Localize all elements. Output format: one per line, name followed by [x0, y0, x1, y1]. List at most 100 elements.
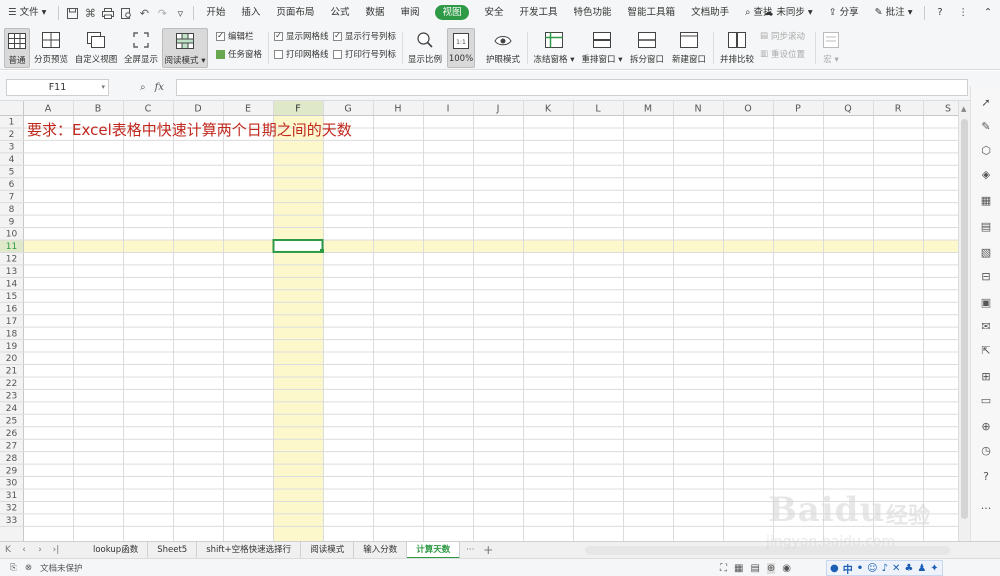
sync-button[interactable]: ☁ 未同步 ▾: [756, 0, 821, 26]
navigation-icon[interactable]: ⊕: [979, 420, 993, 434]
add-sheet-button[interactable]: +: [480, 543, 496, 557]
row-header[interactable]: 20: [6, 354, 18, 364]
row-header[interactable]: 28: [6, 454, 18, 464]
row-header[interactable]: 25: [6, 416, 17, 426]
task-pane-checkbox[interactable]: 任务窗格: [216, 47, 262, 61]
full-screen-button[interactable]: 全屏显示: [123, 28, 159, 68]
menu-page-layout[interactable]: 页面布局: [268, 0, 322, 26]
chart-icon[interactable]: ▤: [979, 220, 993, 234]
column-header[interactable]: B: [95, 104, 102, 115]
column-header[interactable]: R: [895, 104, 902, 115]
row-header[interactable]: 1: [9, 118, 15, 128]
menu-features[interactable]: 特色功能: [566, 0, 620, 26]
menu-security[interactable]: 安全: [477, 0, 512, 26]
picture-icon[interactable]: ▭: [979, 394, 993, 408]
row-header[interactable]: 23: [6, 392, 17, 402]
edit-bar-checkbox[interactable]: ✓ 编辑栏: [216, 29, 254, 43]
redo-icon[interactable]: ↷: [153, 0, 171, 26]
save-icon[interactable]: [63, 0, 81, 26]
sheet-tab[interactable]: lookup函数: [84, 541, 149, 559]
row-header[interactable]: 11: [6, 242, 17, 252]
column-header[interactable]: M: [644, 104, 652, 115]
column-header[interactable]: C: [145, 104, 152, 115]
print-gridlines-checkbox[interactable]: 打印网格线: [274, 47, 329, 61]
menu-smart-toolbox[interactable]: 智能工具箱: [620, 0, 684, 26]
row-header[interactable]: 21: [6, 367, 17, 377]
row-header[interactable]: 7: [9, 192, 15, 202]
row-header[interactable]: 13: [6, 267, 17, 277]
export-icon[interactable]: ⇱: [979, 344, 993, 358]
row-header[interactable]: 15: [6, 292, 17, 302]
column-header[interactable]: S: [945, 104, 951, 115]
column-header[interactable]: H: [394, 104, 401, 115]
column-header[interactable]: N: [694, 104, 701, 115]
scroll-up-icon[interactable]: ▲: [961, 105, 966, 113]
row-header[interactable]: 16: [6, 304, 18, 314]
column-header[interactable]: G: [344, 104, 351, 115]
show-headers-checkbox[interactable]: ✓ 显示行号列标: [333, 29, 396, 43]
column-header[interactable]: E: [245, 104, 251, 115]
normal-view-button[interactable]: 普通: [4, 28, 30, 68]
column-header[interactable]: J: [496, 104, 500, 115]
zoom-lookup-icon[interactable]: ⌕: [140, 82, 146, 93]
row-header[interactable]: 33: [6, 516, 17, 526]
backup-icon[interactable]: ⊞: [979, 370, 993, 384]
help-button[interactable]: ?: [929, 0, 950, 26]
eye-protection-icon[interactable]: ◉: [782, 563, 791, 574]
row-header[interactable]: 18: [6, 329, 18, 339]
collapse-ribbon-button[interactable]: ⌃: [976, 0, 1000, 26]
row-header[interactable]: 27: [6, 441, 17, 451]
column-header[interactable]: Q: [844, 104, 851, 115]
share-button[interactable]: ⇪ 分享: [821, 0, 867, 26]
row-header[interactable]: 8: [9, 205, 15, 215]
row-header[interactable]: 2: [9, 130, 15, 140]
column-header[interactable]: F: [295, 104, 300, 115]
column-header[interactable]: P: [795, 104, 801, 115]
more-icon[interactable]: ···: [979, 502, 993, 516]
customize-icon[interactable]: ▿: [171, 0, 189, 26]
menu-developer[interactable]: 开发工具: [512, 0, 566, 26]
comments-icon[interactable]: ✉: [979, 320, 993, 334]
row-header[interactable]: 9: [9, 217, 15, 227]
reading-mode-button[interactable]: 阅读模式 ▾: [162, 28, 208, 68]
help-icon[interactable]: ?: [979, 470, 993, 484]
more-sheets-button[interactable]: ···: [460, 545, 480, 555]
side-by-side-button[interactable]: 并排比较: [718, 28, 756, 68]
row-header[interactable]: 30: [6, 479, 18, 489]
last-sheet-icon[interactable]: ›|: [48, 545, 64, 555]
active-cell[interactable]: [272, 239, 324, 253]
sheet-tab[interactable]: 输入分数: [354, 541, 408, 559]
split-window-button[interactable]: 拆分窗口: [628, 28, 666, 68]
column-header[interactable]: O: [744, 104, 751, 115]
sheet-tab[interactable]: shift+空格快速选择行: [197, 541, 302, 559]
eye-protection-button[interactable]: 护眼模式: [484, 28, 522, 68]
menu-formulas[interactable]: 公式: [322, 0, 357, 26]
restrict-icon[interactable]: ⊟: [979, 270, 993, 284]
horizontal-scrollbar[interactable]: [585, 546, 950, 555]
new-window-button[interactable]: 新建窗口: [670, 28, 708, 68]
grid-canvas[interactable]: A B C D E F G H I J K L M N O P Q R S123456789101112131415…: [0, 101, 958, 541]
row-header[interactable]: 12: [6, 255, 17, 265]
zoom-100-button[interactable]: 1:1 100%: [447, 28, 475, 68]
show-gridlines-checkbox[interactable]: ✓ 显示网格线: [274, 29, 329, 43]
vertical-scrollbar[interactable]: ▲: [958, 101, 970, 541]
row-header[interactable]: 31: [6, 491, 17, 501]
row-header[interactable]: 4: [9, 155, 15, 165]
history-icon[interactable]: ◷: [979, 444, 993, 458]
row-header[interactable]: 14: [6, 280, 18, 290]
row-header[interactable]: 32: [6, 504, 17, 514]
protection-status[interactable]: 文档未保护: [40, 562, 83, 574]
apps-grid-icon[interactable]: ▦: [979, 194, 993, 208]
undo-icon[interactable]: ↶: [135, 0, 153, 26]
menu-view[interactable]: 视图: [427, 0, 476, 26]
row-header[interactable]: 3: [9, 143, 15, 153]
print-preview-icon[interactable]: [117, 0, 135, 26]
sheet-icon[interactable]: ▣: [979, 296, 993, 310]
menu-doc-assistant[interactable]: 文档助手: [683, 0, 737, 26]
column-header[interactable]: K: [545, 104, 552, 115]
file-menu[interactable]: ☰ 文件 ▾: [0, 0, 54, 26]
normal-view-icon[interactable]: ▦: [734, 563, 743, 574]
format-painter-icon[interactable]: ⌘: [81, 0, 99, 26]
custom-view-button[interactable]: 自定义视图: [74, 28, 118, 68]
row-header[interactable]: 26: [6, 429, 18, 439]
